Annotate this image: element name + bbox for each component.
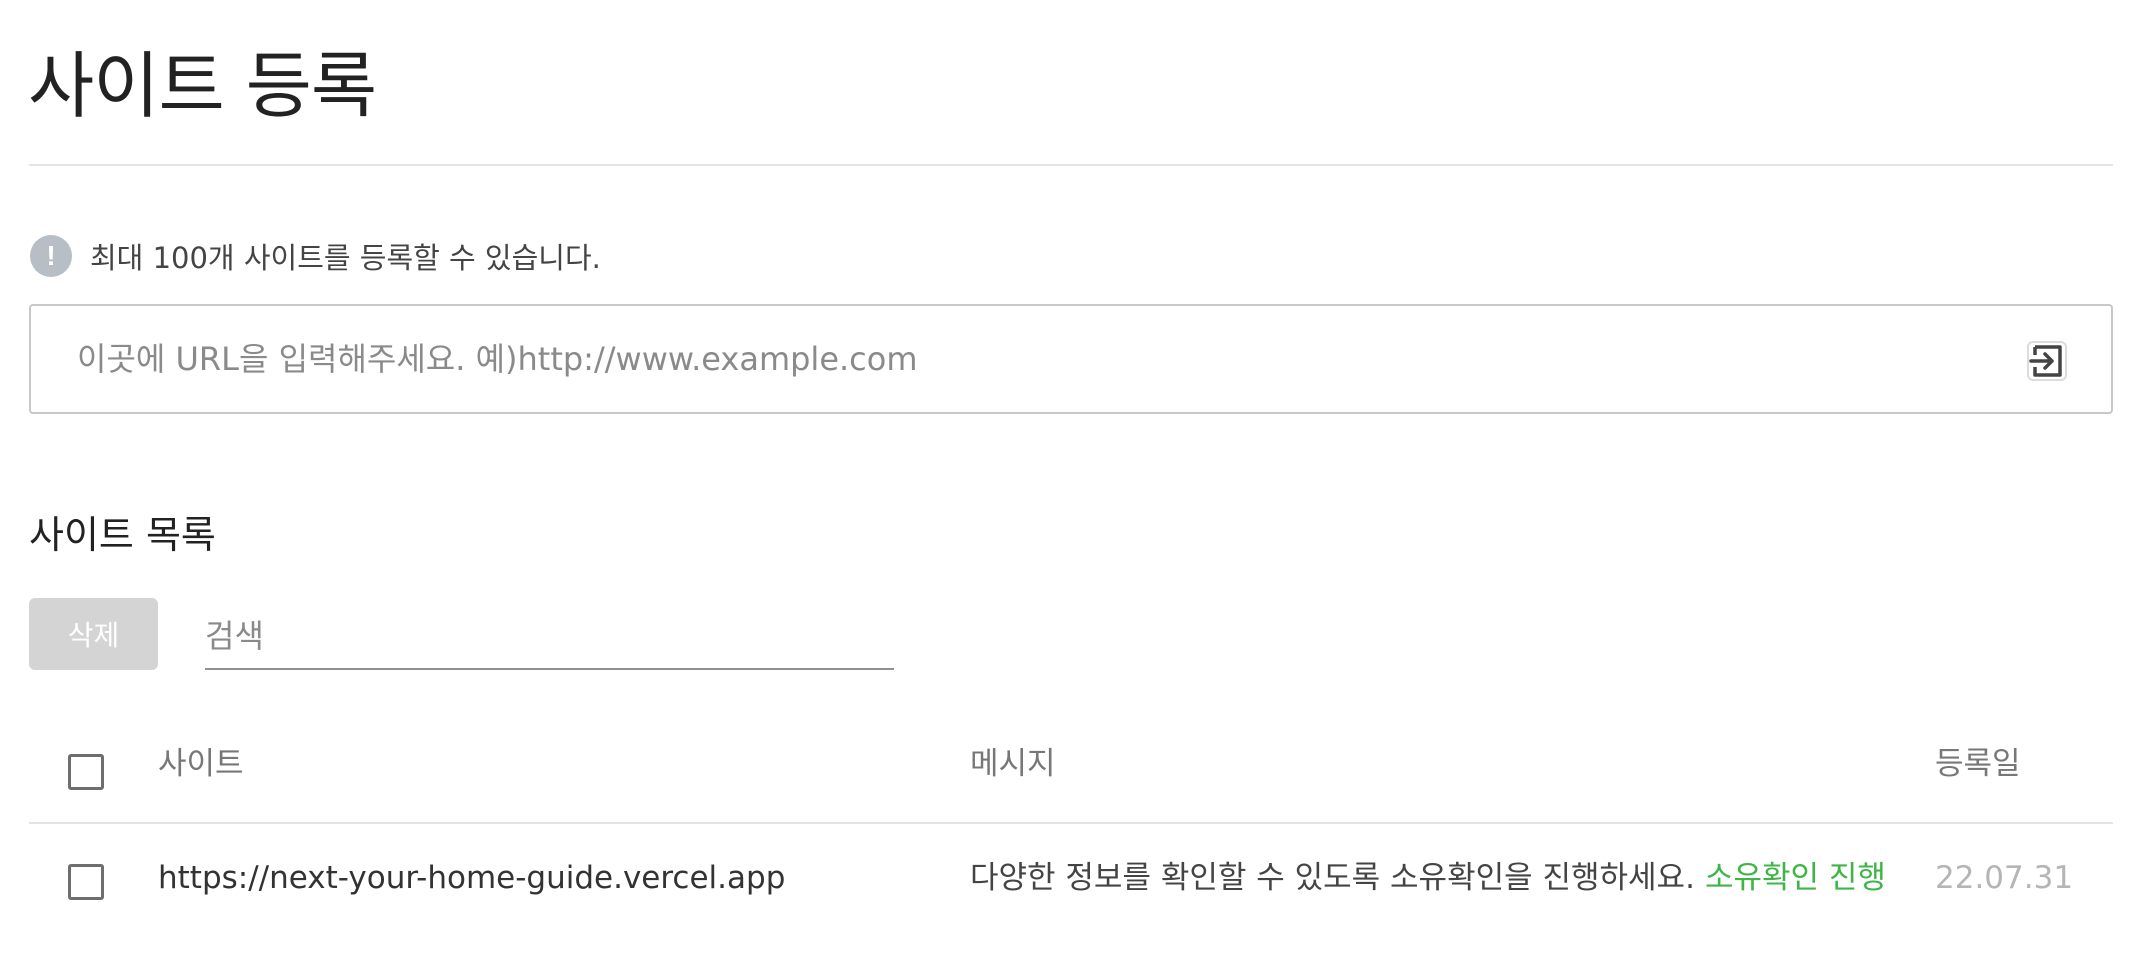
column-header-site: 사이트 [158,746,244,782]
site-list-title: 사이트 목록 [29,513,216,557]
table-header-divider [29,822,2113,824]
notice-text: 최대 100개 사이트를 등록할 수 있습니다. [90,241,601,275]
exclamation-icon: ! [30,235,72,277]
verify-ownership-link[interactable]: 소유확인 진행 [1705,860,1886,896]
row-registered-date: 22.07.31 [1935,860,2074,896]
column-header-message: 메시지 [970,746,1056,782]
title-divider [29,164,2113,166]
url-input-box [29,304,2113,414]
enter-arrow-icon[interactable] [2025,339,2069,383]
notice: ! 최대 100개 사이트를 등록할 수 있습니다. [30,234,601,278]
row-message-text: 다양한 정보를 확인할 수 있도록 소유확인을 진행하세요. [970,860,1695,896]
row-site-url[interactable]: https://next-your-home-guide.vercel.app [158,858,785,898]
row-checkbox[interactable] [68,864,104,900]
row-message: 다양한 정보를 확인할 수 있도록 소유확인을 진행하세요. 소유확인 진행 [970,858,1886,898]
search-input[interactable] [205,604,894,670]
delete-button[interactable]: 삭제 [29,598,158,670]
url-input[interactable] [31,306,2025,412]
select-all-checkbox[interactable] [68,754,104,790]
column-header-registered: 등록일 [1935,746,2021,782]
page-title: 사이트 등록 [28,44,377,128]
